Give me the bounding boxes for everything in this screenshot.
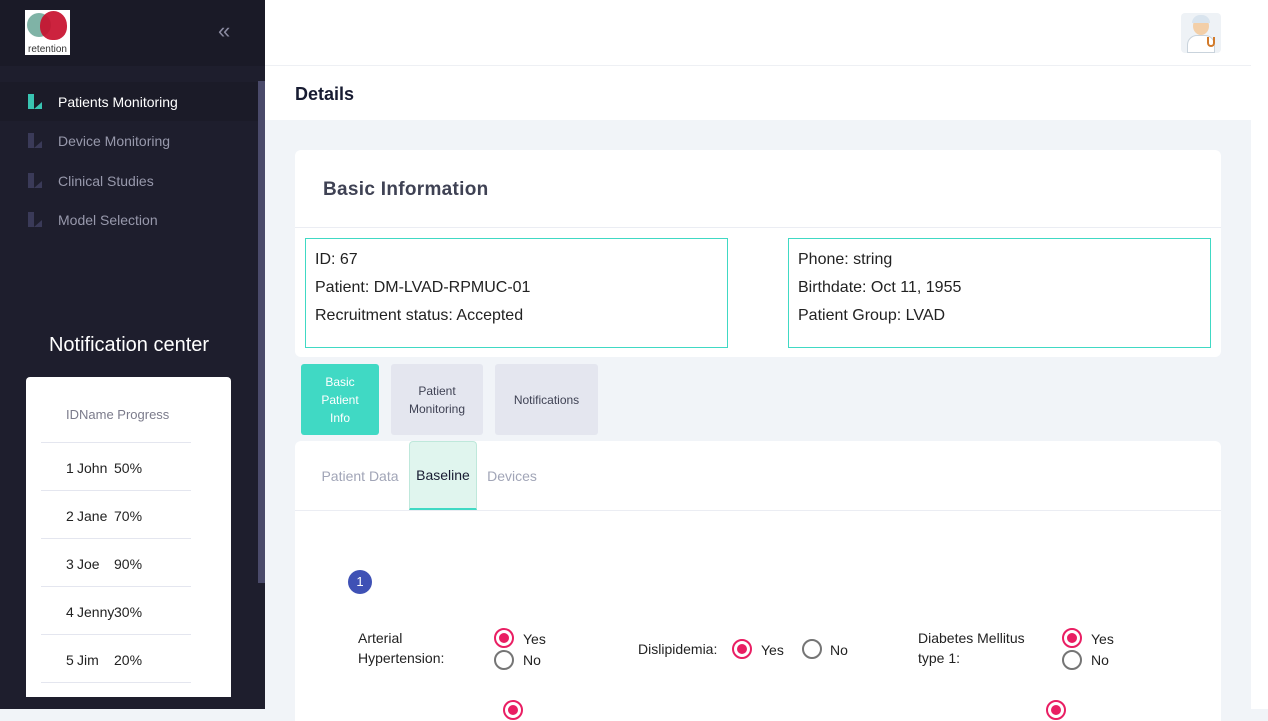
notification-center-title: Notification center xyxy=(48,334,210,356)
notification-name: Jenny xyxy=(77,604,115,620)
logo-text: retention xyxy=(28,44,67,55)
notification-center-panel: IDName Progress 1 John 50% 2 Jane 70% 3 … xyxy=(26,377,231,697)
notification-row[interactable]: 3 Joe 90% xyxy=(41,538,191,586)
diabetes1-yes-label: Yes xyxy=(1091,631,1114,647)
notification-table-header: IDName Progress xyxy=(66,407,170,422)
nav-icon xyxy=(28,94,42,109)
notification-id: 1 xyxy=(66,460,74,476)
notification-progress: 50% xyxy=(114,460,143,476)
notification-row-divider xyxy=(41,682,191,709)
subtab-divider xyxy=(295,510,1221,511)
notification-row[interactable]: 4 Jenny 30% xyxy=(41,586,191,634)
nav-icon xyxy=(28,133,42,148)
subtab-devices[interactable]: Devices xyxy=(485,441,539,510)
basic-information-card: Basic Information ID: 67 Patient: DM-LVA… xyxy=(295,150,1221,357)
hypertension-no-label: No xyxy=(523,652,541,668)
notification-row[interactable]: 5 Jim 20% xyxy=(41,634,191,682)
top-bar xyxy=(265,0,1251,66)
sidebar-item-model-selection[interactable]: Model Selection xyxy=(0,200,258,239)
notification-id: 2 xyxy=(66,508,74,524)
dislipidemia-no-radio[interactable] xyxy=(802,639,822,659)
notification-name: Jim xyxy=(77,652,99,668)
notification-progress: 30% xyxy=(114,604,143,620)
notification-name: John xyxy=(77,460,108,476)
dislipidemia-yes-label: Yes xyxy=(761,642,784,658)
notification-progress: 70% xyxy=(114,508,143,524)
avatar-cap-icon xyxy=(1192,15,1210,23)
step-indicator[interactable]: 1 xyxy=(348,570,372,594)
notification-progress: 90% xyxy=(114,556,143,572)
hypertension-yes-radio[interactable] xyxy=(494,628,514,648)
patient-info-left: ID: 67 Patient: DM-LVAD-RPMUC-01 Recruit… xyxy=(305,238,728,348)
card-divider xyxy=(295,227,1221,228)
page-title: Details xyxy=(295,84,355,104)
patient-code: Patient: DM-LVAD-RPMUC-01 xyxy=(315,279,531,296)
patient-birthdate: Birthdate: Oct 11, 1955 xyxy=(798,279,962,296)
patient-id: ID: 67 xyxy=(315,251,358,268)
app-logo[interactable]: retention xyxy=(25,10,70,55)
sidebar-scrollbar[interactable] xyxy=(258,81,265,583)
tab-patient-monitoring[interactable]: Patient Monitoring xyxy=(391,364,483,435)
notification-progress: 20% xyxy=(114,652,143,668)
user-avatar[interactable] xyxy=(1181,13,1221,53)
diabetes1-no-label: No xyxy=(1091,652,1109,668)
hypertension-no-radio[interactable] xyxy=(494,650,514,670)
next-question-yes-radio[interactable] xyxy=(1046,700,1066,720)
diabetes1-no-radio[interactable] xyxy=(1062,650,1082,670)
question-dislipidemia: Dislipidemia: xyxy=(638,641,718,657)
sidebar-item-label: Patients Monitoring xyxy=(58,93,178,110)
sidebar-item-label: Device Monitoring xyxy=(58,132,171,149)
notification-id: 3 xyxy=(66,556,74,572)
patient-info-right: Phone: string Birthdate: Oct 11, 1955 Pa… xyxy=(788,238,1211,348)
next-question-yes-radio[interactable] xyxy=(503,700,523,720)
notification-row[interactable]: 2 Jane 70% xyxy=(41,490,191,538)
stethoscope-icon xyxy=(1207,37,1215,47)
page-scroll-gutter xyxy=(1251,0,1268,709)
question-arterial-hypertension: Arterial Hypertension: xyxy=(358,630,445,666)
tab-notifications[interactable]: Notifications xyxy=(495,364,598,435)
question-diabetes-type-1: Diabetes Mellitus type 1: xyxy=(918,630,1025,666)
sidebar-item-clinical-studies[interactable]: Clinical Studies xyxy=(0,161,258,200)
tab-basic-patient-info[interactable]: Basic Patient Info xyxy=(301,364,379,435)
dislipidemia-yes-radio[interactable] xyxy=(732,639,752,659)
dislipidemia-no-label: No xyxy=(830,642,848,658)
notification-name: Joe xyxy=(77,556,100,572)
notification-row[interactable]: 1 John 50% xyxy=(41,442,191,490)
page-subheader: Details xyxy=(265,66,1251,120)
notification-id: 5 xyxy=(66,652,74,668)
collapse-sidebar-icon[interactable]: « xyxy=(218,19,230,43)
patient-phone: Phone: string xyxy=(798,251,893,268)
patient-group: Patient Group: LVAD xyxy=(798,307,946,324)
sidebar-item-patients-monitoring[interactable]: Patients Monitoring xyxy=(0,82,258,121)
subtab-patient-data[interactable]: Patient Data xyxy=(317,441,403,510)
sidebar-item-label: Clinical Studies xyxy=(58,172,154,189)
sidebar: retention « Patients Monitoring Device M… xyxy=(0,0,265,709)
logo-heart-icon xyxy=(40,11,67,40)
hypertension-yes-label: Yes xyxy=(523,631,546,647)
basic-information-title: Basic Information xyxy=(323,179,489,200)
recruitment-status: Recruitment status: Accepted xyxy=(315,307,524,324)
sidebar-item-device-monitoring[interactable]: Device Monitoring xyxy=(0,121,258,160)
notification-name: Jane xyxy=(77,508,108,524)
nav-icon xyxy=(28,212,42,227)
nav-icon xyxy=(28,173,42,188)
subtab-baseline[interactable]: Baseline xyxy=(409,441,477,510)
patient-details-panel: Patient Data Baseline Devices xyxy=(295,441,1221,721)
notification-id: 4 xyxy=(66,604,74,620)
sidebar-item-label: Model Selection xyxy=(58,211,158,228)
diabetes1-yes-radio[interactable] xyxy=(1062,628,1082,648)
